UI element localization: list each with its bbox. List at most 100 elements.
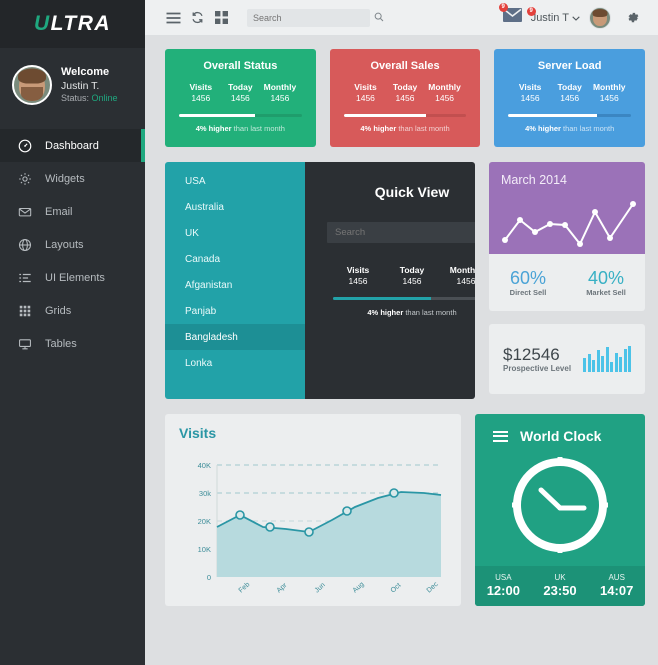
gear-icon[interactable]	[620, 7, 644, 29]
sparkline-bar-chart	[583, 346, 631, 372]
stat-card-footer: 4% higher than last month	[177, 124, 304, 133]
sidebar-nav: Dashboard Widgets Email Layouts UI Eleme…	[0, 129, 145, 360]
country-label: UK	[185, 227, 199, 239]
avatar-hair	[592, 8, 608, 17]
mail-badge: 9	[498, 3, 508, 12]
progress-track	[343, 113, 467, 117]
mail-button[interactable]: 9	[498, 3, 522, 27]
metric: Today 1456	[550, 82, 590, 105]
metric-value: 1456	[402, 276, 422, 287]
qv-foot-rest: than last month	[405, 307, 457, 317]
clock-title: World Clock	[520, 428, 602, 444]
svg-text:Jun: Jun	[314, 582, 327, 595]
stat-foot-bold: 4% higher	[195, 123, 232, 133]
sidebar-item-tables[interactable]: Tables	[0, 327, 145, 360]
dashboard-content: Overall Status Visits 1456 Today 1456 Mont…	[145, 36, 658, 665]
stat-foot-rest: than last month	[563, 123, 615, 133]
metric-value: 1456	[355, 93, 375, 104]
hamburger-icon[interactable]	[161, 7, 185, 29]
metric: Visits 1456	[346, 82, 386, 105]
zone-name: AUS	[608, 573, 625, 583]
prospective-level-card: $12546 Prospective Level	[489, 324, 645, 394]
metric-key: Today	[557, 82, 582, 92]
metric-key: Today	[399, 265, 425, 275]
sidebar-item-layouts[interactable]: Layouts	[0, 228, 145, 261]
svg-text:20K: 20K	[198, 517, 211, 526]
metric: Today 1456	[385, 265, 439, 288]
visits-chart-card: Visits 40K 30k 20K 10K 0 Feb Apr Jun Aug…	[165, 414, 461, 606]
sell-percent: 40%	[587, 267, 625, 288]
metric-value: 1456	[435, 93, 455, 104]
visits-area-chart: 40K 30k 20K 10K 0 Feb Apr Jun Aug Oct De…	[198, 461, 442, 595]
list-item[interactable]: Australia	[165, 194, 305, 220]
metric: Monthly1456	[260, 82, 300, 105]
stat-card-overall-sales[interactable]: Overall Sales Visits 1456 Today 1456 Month…	[329, 49, 481, 147]
clock-zone: USA 12:00	[475, 573, 532, 598]
sell-stats-card: 60% Direct Sell 40% Market Sell	[489, 254, 645, 311]
stat-metrics: Visits 1456 Today 1456 Monthly 1456	[342, 82, 469, 105]
right-widgets: March 2014 60% Direct Sell 40% Market Se…	[489, 162, 645, 399]
stat-foot-bold: 4% higher	[360, 123, 397, 133]
country-label: Canada	[185, 253, 221, 265]
search-box[interactable]	[247, 8, 384, 27]
list-icon	[18, 271, 32, 285]
stat-metrics: Visits 1456 Today 1456 Monthly 1456	[506, 82, 633, 105]
metric-value: 1456	[230, 93, 250, 104]
profile-status-value: Online	[91, 92, 118, 103]
zone-time: 23:50	[543, 583, 577, 598]
sidebar-item-email[interactable]: Email	[0, 195, 145, 228]
list-item[interactable]: Panjab	[165, 298, 305, 324]
metric: Today 1456	[385, 82, 425, 105]
metric-value: 1456	[599, 93, 619, 104]
metric-key: Monthly	[592, 82, 626, 92]
list-item[interactable]: Lonka	[165, 350, 305, 376]
sell-stat-market: 40% Market Sell	[567, 268, 645, 297]
stat-card-footer: 4% higher than last month	[506, 124, 633, 133]
stat-card-server-load[interactable]: Server Load Visits 1456 Today 1456 Monthly…	[494, 49, 646, 147]
magnifier-icon	[374, 9, 384, 27]
refresh-icon[interactable]	[185, 7, 209, 29]
stat-card-overall-status[interactable]: Overall Status Visits 1456 Today 1456 Mont…	[165, 49, 316, 147]
table-icon	[18, 337, 32, 351]
sidebar: ULTRA Welcome Justin T. Status: Online D…	[0, 0, 145, 665]
sidebar-item-ui-elements[interactable]: UI Elements	[0, 261, 145, 294]
list-item[interactable]: USA	[165, 168, 305, 194]
user-menu[interactable]: 9 Justin T	[526, 6, 580, 24]
apps-grid-icon[interactable]	[209, 7, 233, 29]
clock-zone: UK 23:50	[532, 573, 589, 598]
world-clock-card: World Clock USA 12:00 UK 23:50 AUS 14:07	[475, 414, 645, 606]
sidebar-item-label: Widgets	[45, 172, 85, 185]
svg-text:Apr: Apr	[276, 582, 289, 595]
sidebar-profile[interactable]: Welcome Justin T. Status: Online	[0, 48, 145, 121]
sidebar-item-widgets[interactable]: Widgets	[0, 162, 145, 195]
zone-time: 14:07	[600, 583, 634, 598]
sidebar-item-label: Layouts	[45, 238, 84, 251]
user-menu-label[interactable]: Justin T	[531, 12, 580, 24]
hamburger-icon[interactable]	[493, 430, 508, 442]
metric-value: 1456	[348, 276, 368, 287]
profile-status-label: Status:	[61, 92, 90, 103]
clock-header: World Clock	[475, 414, 645, 444]
list-item[interactable]: UK	[165, 220, 305, 246]
metric-key: Visits	[354, 82, 377, 92]
svg-text:30k: 30k	[199, 489, 211, 498]
brand-logo[interactable]: ULTRA	[0, 0, 145, 48]
list-item[interactable]: Canada	[165, 246, 305, 272]
avatar[interactable]	[589, 6, 611, 29]
search-input[interactable]	[253, 12, 370, 23]
quickview-search-input[interactable]	[327, 222, 475, 243]
list-item[interactable]: Afganistan	[165, 272, 305, 298]
progress-fill	[508, 113, 597, 117]
brand-logo-u: U	[33, 12, 51, 35]
country-label: Bangladesh	[185, 331, 238, 343]
avatar	[12, 65, 52, 105]
chevron-down-icon	[572, 12, 580, 24]
quickview-search[interactable]	[327, 222, 475, 243]
sidebar-item-grids[interactable]: Grids	[0, 294, 145, 327]
profile-info: Welcome Justin T. Status: Online	[61, 66, 118, 104]
sidebar-item-dashboard[interactable]: Dashboard	[0, 129, 145, 162]
list-item-selected[interactable]: Bangladesh	[165, 324, 305, 350]
svg-text:40K: 40K	[198, 461, 211, 470]
clock-zones: USA 12:00 UK 23:50 AUS 14:07	[475, 566, 645, 606]
progress-fill	[179, 113, 256, 117]
